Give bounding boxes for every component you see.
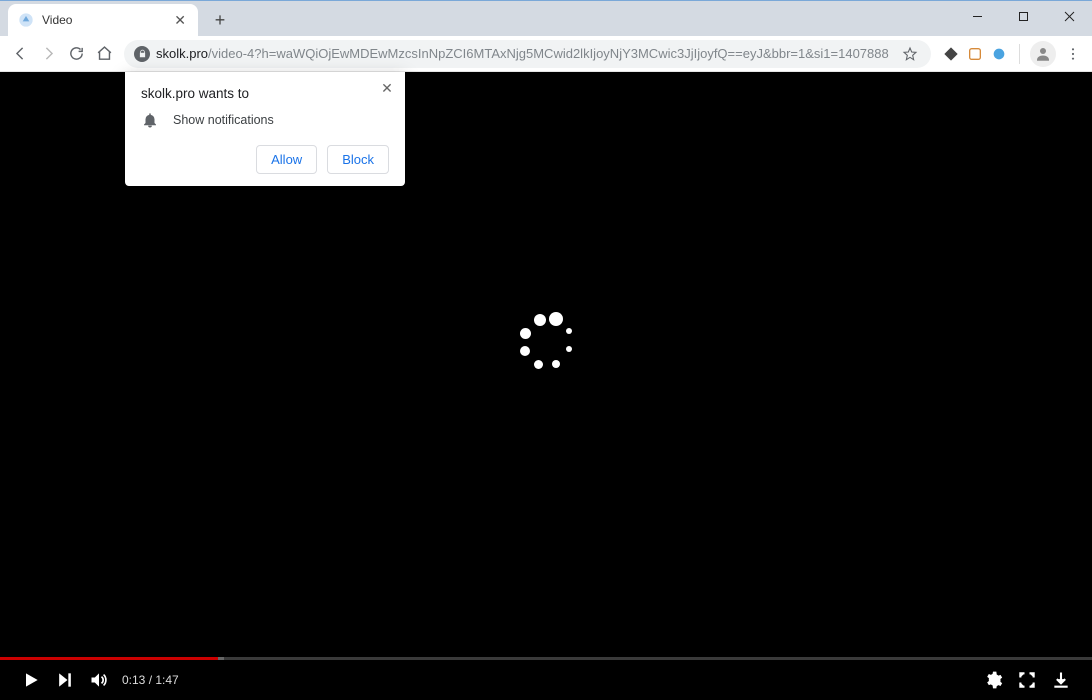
window-maximize-button[interactable] bbox=[1000, 1, 1046, 31]
block-button[interactable]: Block bbox=[327, 145, 389, 174]
browser-toolbar: skolk.pro/video-4?h=waWQiOjEwMDEwMzcsInN… bbox=[0, 36, 1092, 72]
new-tab-button[interactable]: + bbox=[206, 6, 234, 34]
url-path: /video-4?h=waWQiOjEwMDEwMzcsInNpZCI6MTAx… bbox=[208, 46, 889, 61]
permission-request-text: Show notifications bbox=[173, 113, 274, 127]
browser-menu-button[interactable] bbox=[1060, 41, 1086, 67]
current-time: 0:13 bbox=[122, 673, 145, 687]
allow-button[interactable]: Allow bbox=[256, 145, 317, 174]
play-button[interactable] bbox=[14, 663, 48, 697]
address-bar[interactable]: skolk.pro/video-4?h=waWQiOjEwMDEwMzcsInN… bbox=[124, 40, 931, 68]
next-button[interactable] bbox=[48, 663, 82, 697]
duration: 1:47 bbox=[155, 673, 178, 687]
profile-avatar-button[interactable] bbox=[1030, 41, 1056, 67]
volume-button[interactable] bbox=[82, 663, 116, 697]
tab-favicon bbox=[18, 12, 34, 28]
nav-forward-button bbox=[34, 40, 62, 68]
tab-close-icon[interactable]: ✕ bbox=[172, 10, 188, 31]
video-time-display: 0:13 / 1:47 bbox=[122, 673, 179, 687]
extension-1-icon[interactable] bbox=[941, 44, 961, 64]
video-progress-bar[interactable] bbox=[0, 657, 1092, 660]
notification-permission-dialog: ✕ skolk.pro wants to Show notifications … bbox=[125, 72, 405, 186]
plus-icon: + bbox=[215, 10, 226, 31]
extension-3-icon[interactable] bbox=[989, 44, 1009, 64]
window-controls bbox=[954, 1, 1092, 31]
page-content: ✕ skolk.pro wants to Show notifications … bbox=[0, 72, 1092, 700]
tab-title: Video bbox=[42, 13, 172, 27]
site-info-lock-icon[interactable] bbox=[134, 46, 150, 62]
loading-spinner bbox=[516, 312, 576, 372]
browser-titlebar: Video ✕ + bbox=[0, 0, 1092, 36]
settings-button[interactable] bbox=[976, 663, 1010, 697]
nav-back-button[interactable] bbox=[6, 40, 34, 68]
progress-played bbox=[0, 657, 218, 660]
nav-home-button[interactable] bbox=[90, 40, 118, 68]
nav-reload-button[interactable] bbox=[62, 40, 90, 68]
browser-tab[interactable]: Video ✕ bbox=[8, 4, 198, 36]
bookmark-star-icon[interactable] bbox=[899, 43, 921, 65]
dialog-close-icon[interactable]: ✕ bbox=[377, 78, 397, 98]
window-close-button[interactable] bbox=[1046, 1, 1092, 31]
bell-icon bbox=[141, 111, 159, 129]
fullscreen-button[interactable] bbox=[1010, 663, 1044, 697]
dialog-title: skolk.pro wants to bbox=[141, 86, 389, 101]
url-host: skolk.pro bbox=[156, 46, 208, 61]
extensions-area bbox=[937, 44, 1013, 64]
toolbar-divider bbox=[1019, 44, 1020, 64]
extension-2-icon[interactable] bbox=[965, 44, 985, 64]
video-controls: 0:13 / 1:47 bbox=[0, 657, 1092, 700]
window-minimize-button[interactable] bbox=[954, 1, 1000, 31]
download-button[interactable] bbox=[1044, 663, 1078, 697]
